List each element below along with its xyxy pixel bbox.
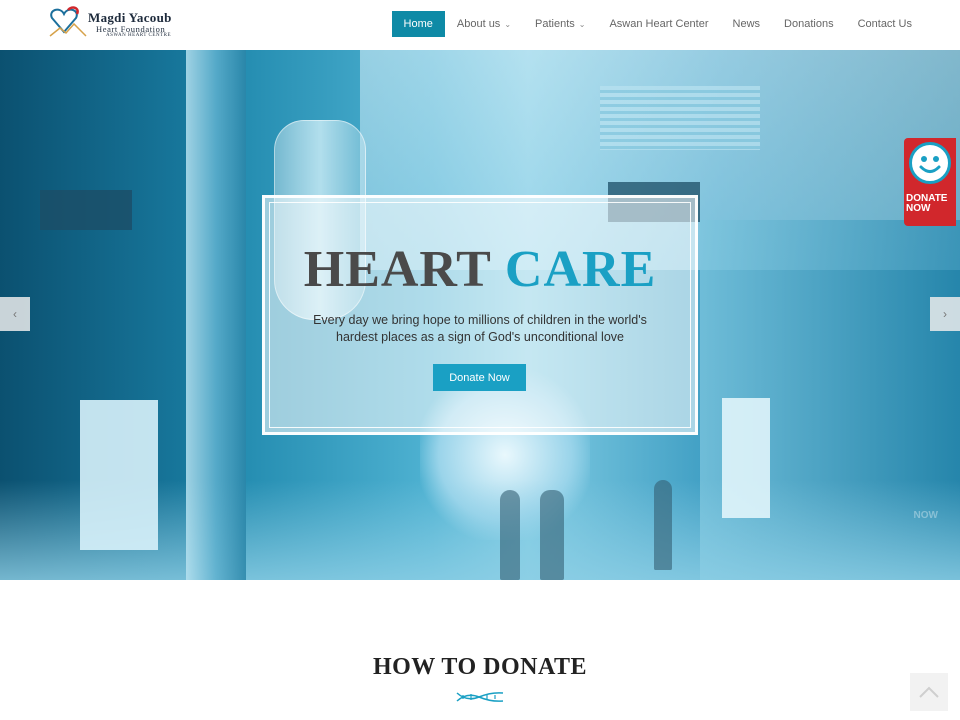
hero-background-vent [600,86,760,150]
chevron-up-icon [919,686,939,698]
nav-item-aswan-heart-center[interactable]: Aswan Heart Center [609,11,708,37]
nav-item-contact-us[interactable]: Contact Us [858,11,912,37]
nav-item-about-us[interactable]: About us ⌄ [457,11,511,37]
back-to-top-button[interactable] [910,673,948,711]
site-header: Magdi Yacoub Heart Foundation ASWAN HEAR… [0,0,960,50]
section-title: HOW TO DONATE [372,654,588,680]
nav-item-label: Home [403,18,433,30]
hero-title: HEART CARE [265,240,695,299]
slider-prev-button[interactable]: ‹ [0,297,30,331]
ghost-text: NOW [913,510,938,521]
hero-background-person [540,490,564,580]
nav-item-label: News [732,18,761,30]
site-logo[interactable]: Magdi Yacoub Heart Foundation ASWAN HEAR… [46,6,186,42]
chevron-down-icon: ⌄ [504,19,512,29]
chevron-left-icon: ‹ [13,307,17,321]
slider-next-button[interactable]: › [930,297,960,331]
hero-background-pole [186,50,246,580]
hero-background-window [722,398,770,518]
hero-title-part1: HEART [303,241,491,298]
nav-item-label: Aswan Heart Center [609,18,709,30]
hero-caption-box: HEART CARE Every day we bring hope to mi… [262,195,698,435]
exit-sign-icon [40,190,132,230]
nav-item-home[interactable]: Home [391,11,445,37]
nav-item-label: Contact Us [857,18,912,30]
brand-tagline: ASWAN HEART CENTRE [106,33,171,38]
hero-background-person [654,480,672,570]
nav-item-label: About us [456,18,501,30]
donate-badge-label: DONATE NOW [906,194,956,214]
hero-background-person [500,490,520,580]
donate-badge-line2: NOW [906,203,931,214]
donate-now-button[interactable]: Donate Now [433,364,526,391]
nav-item-news[interactable]: News [733,11,761,37]
hero-description: Every day we bring hope to millions of c… [313,313,647,344]
smiley-face-icon [909,142,951,184]
nav-item-patients[interactable]: Patients ⌄ [535,11,585,37]
donate-now-badge[interactable]: DONATE NOW [904,138,956,226]
dna-icon [456,692,504,702]
nav-item-label: Patients [535,18,575,30]
main-nav: Home About us ⌄ Patients ⌄ Aswan Heart Cen… [391,11,912,37]
hero-background-window [80,400,158,550]
nav-item-donations[interactable]: Donations [784,11,834,37]
hero-slider: HEART CARE Every day we bring hope to mi… [0,50,960,580]
hero-title-part2: CARE [504,241,657,298]
nav-item-label: Donations [784,18,834,30]
heart-logo-icon [49,6,87,37]
chevron-right-icon: › [943,307,947,321]
chevron-down-icon: ⌄ [578,19,586,29]
